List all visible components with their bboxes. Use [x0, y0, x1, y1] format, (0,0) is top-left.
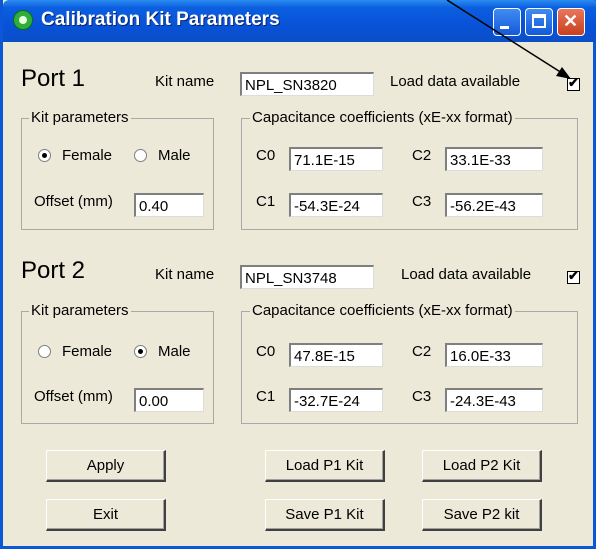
annotation-arrow-icon [446, 0, 571, 79]
